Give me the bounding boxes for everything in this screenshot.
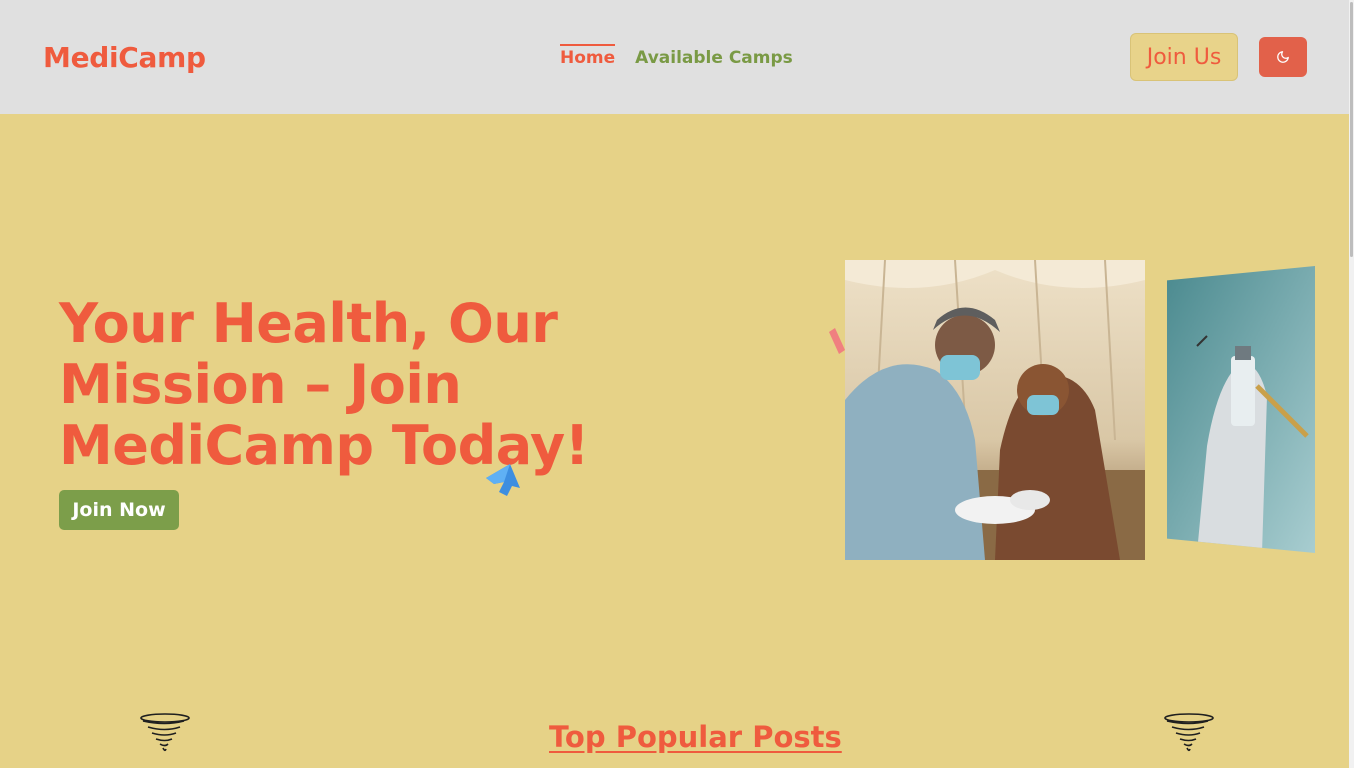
medical-camp-photo xyxy=(845,260,1145,560)
theme-toggle-button[interactable] xyxy=(1259,37,1307,77)
tornado-icon xyxy=(140,713,190,752)
moon-icon xyxy=(1277,51,1289,63)
hero-main-image xyxy=(845,260,1145,560)
nav-links: Home Available Camps xyxy=(560,44,793,68)
logo[interactable]: MediCamp xyxy=(43,41,206,74)
scrollbar-thumb[interactable] xyxy=(1350,2,1353,257)
join-now-button[interactable]: Join Now xyxy=(59,490,179,530)
vaccine-syringe-photo xyxy=(1167,266,1315,553)
join-us-button[interactable]: Join Us xyxy=(1130,33,1238,81)
navbar: MediCamp Home Available Camps Join Us xyxy=(0,0,1349,114)
nav-home-link[interactable]: Home xyxy=(560,44,616,68)
hero-side-image xyxy=(1167,266,1315,553)
nav-available-camps-link[interactable]: Available Camps xyxy=(635,44,793,68)
tornado-icon xyxy=(1164,713,1214,752)
hero-title: Your Health, Our Mission – Join MediCamp… xyxy=(59,292,589,477)
confetti-decoration xyxy=(829,328,845,354)
cursor-arrow-icon xyxy=(486,464,520,496)
section-title-top-posts[interactable]: Top Popular Posts xyxy=(549,720,842,754)
